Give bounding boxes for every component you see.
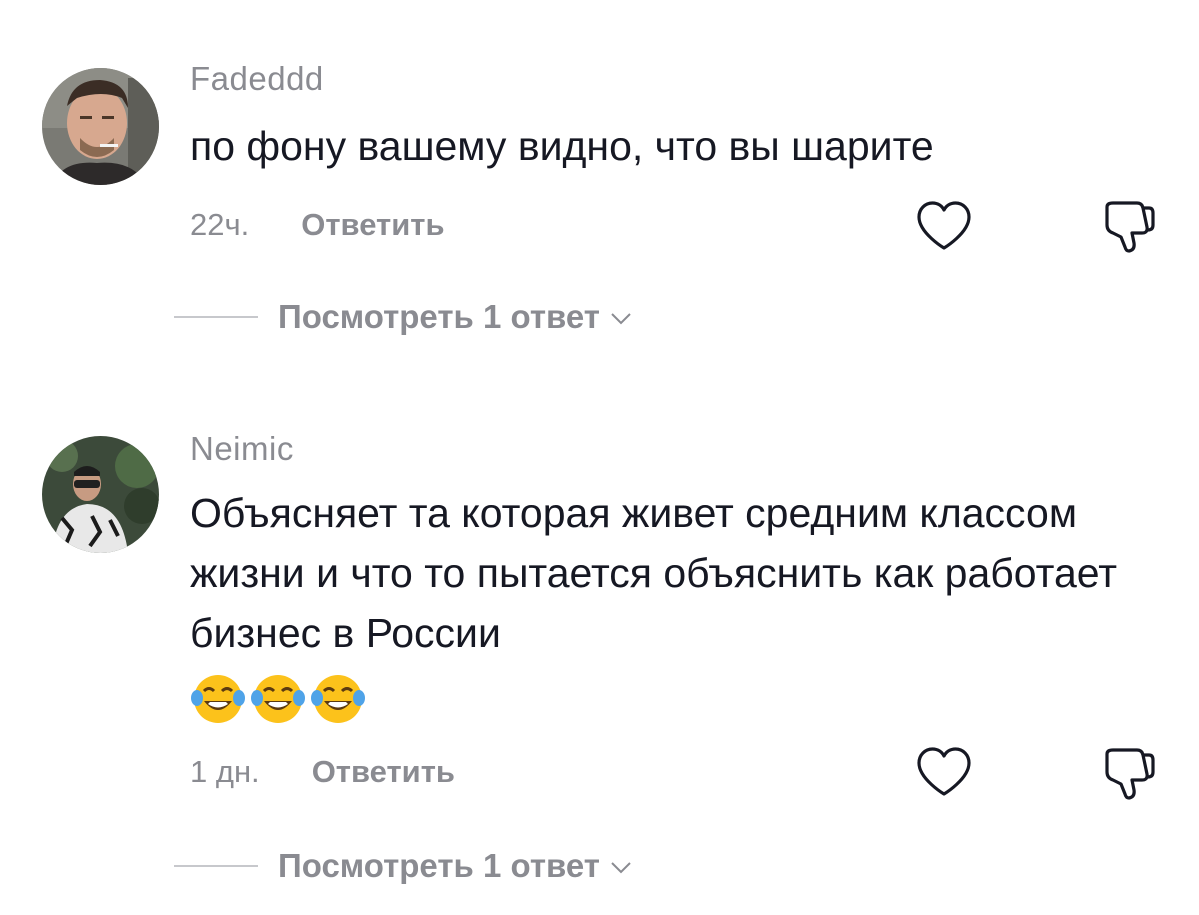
heart-outline-icon[interactable] [915,200,973,252]
comment-text-body: по фону вашему видно, что вы шарите [190,123,934,169]
avatar-photo [42,68,159,185]
comment-time: 22ч. [190,207,250,242]
chevron-down-icon [611,862,631,874]
emoji-row [190,671,1150,727]
comment-list: Fadeddd по фону вашему видно, что вы шар… [0,0,1199,915]
username[interactable]: Neimic [190,430,294,468]
face-with-tears-of-joy-icon [191,675,245,723]
view-replies-button[interactable]: Посмотреть 1 ответ [174,847,632,885]
reply-button[interactable]: Ответить [312,754,455,790]
avatar-photo [42,436,159,553]
avatar[interactable] [42,68,159,185]
thumbs-down-outline-icon[interactable] [1101,197,1157,255]
chevron-down-icon [611,313,631,325]
heart-outline-icon[interactable] [915,746,973,798]
thumbs-down-outline-icon[interactable] [1101,744,1157,802]
face-with-tears-of-joy-icon [311,675,365,723]
face-with-tears-of-joy-icon [251,675,305,723]
view-replies-button[interactable]: Посмотреть 1 ответ [174,298,632,336]
view-replies-label: Посмотреть 1 ответ [278,298,600,335]
comment-text: Объясняет та которая живет средним класс… [190,483,1150,727]
comment-text: по фону вашему видно, что вы шарите [190,116,1150,176]
comment-text-body: Объясняет та которая живет средним класс… [190,490,1118,656]
comment-time: 1 дн. [190,754,260,789]
divider [174,865,258,867]
avatar[interactable] [42,436,159,553]
reply-button[interactable]: Ответить [301,207,444,243]
comment-meta: 1 дн. Ответить [190,754,455,790]
comment-meta: 22ч. Ответить [190,207,445,243]
username[interactable]: Fadeddd [190,60,324,98]
view-replies-label: Посмотреть 1 ответ [278,847,600,884]
divider [174,316,258,318]
